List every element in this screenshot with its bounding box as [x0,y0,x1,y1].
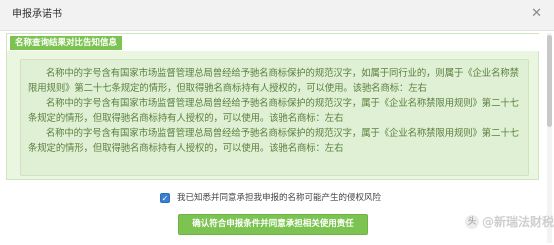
watermark-logo-icon: 头 [465,215,479,229]
dialog-title: 申报承诺书 [12,9,62,20]
comparison-result-panel: 名称查询结果对比告知信息 名称中的字号含有国家市场监督管理总局曾经给予驰名商标保… [6,33,540,180]
scrollbar-thumb[interactable] [547,35,552,127]
agreement-label[interactable]: 我已知悉并同意承担我申报的名称可能产生的侵权风险 [177,192,381,204]
declaration-dialog: 申报承诺书 ✕ 名称查询结果对比告知信息 名称中的字号含有国家市场监督管理总局曾… [0,0,554,245]
panel-title-tag: 名称查询结果对比告知信息 [10,36,123,50]
notice-paragraph: 名称中的字号含有国家市场监督管理总局曾经给予驰名商标保护的规范汉字，属于《企业名… [28,128,519,154]
confirm-button[interactable]: 确认符合申报条件并同意承担相关使用责任 [178,214,368,235]
watermark-text: @新瑞法财税 [482,215,554,229]
panel-header: 名称查询结果对比告知信息 [7,34,540,51]
notice-paragraph: 名称中的字号含有国家市场监督管理总局曾经给予驰名商标保护的规范汉字，如属于同行业… [28,68,519,94]
notice-box: 名称中的字号含有国家市场监督管理总局曾经给予驰名商标保护的规范汉字，如属于同行业… [20,59,529,176]
agreement-checkbox[interactable]: ✓ [160,193,170,203]
dialog-title-bar: 申报承诺书 ✕ [0,0,554,31]
close-icon[interactable]: ✕ [531,7,542,21]
notice-text: 名称中的字号含有国家市场监督管理总局曾经给予驰名商标保护的规范汉字，如属于同行业… [28,66,523,156]
notice-paragraph: 名称中的字号含有国家市场监督管理总局曾经给予驰名商标保护的规范汉字，属于《企业名… [28,98,519,124]
